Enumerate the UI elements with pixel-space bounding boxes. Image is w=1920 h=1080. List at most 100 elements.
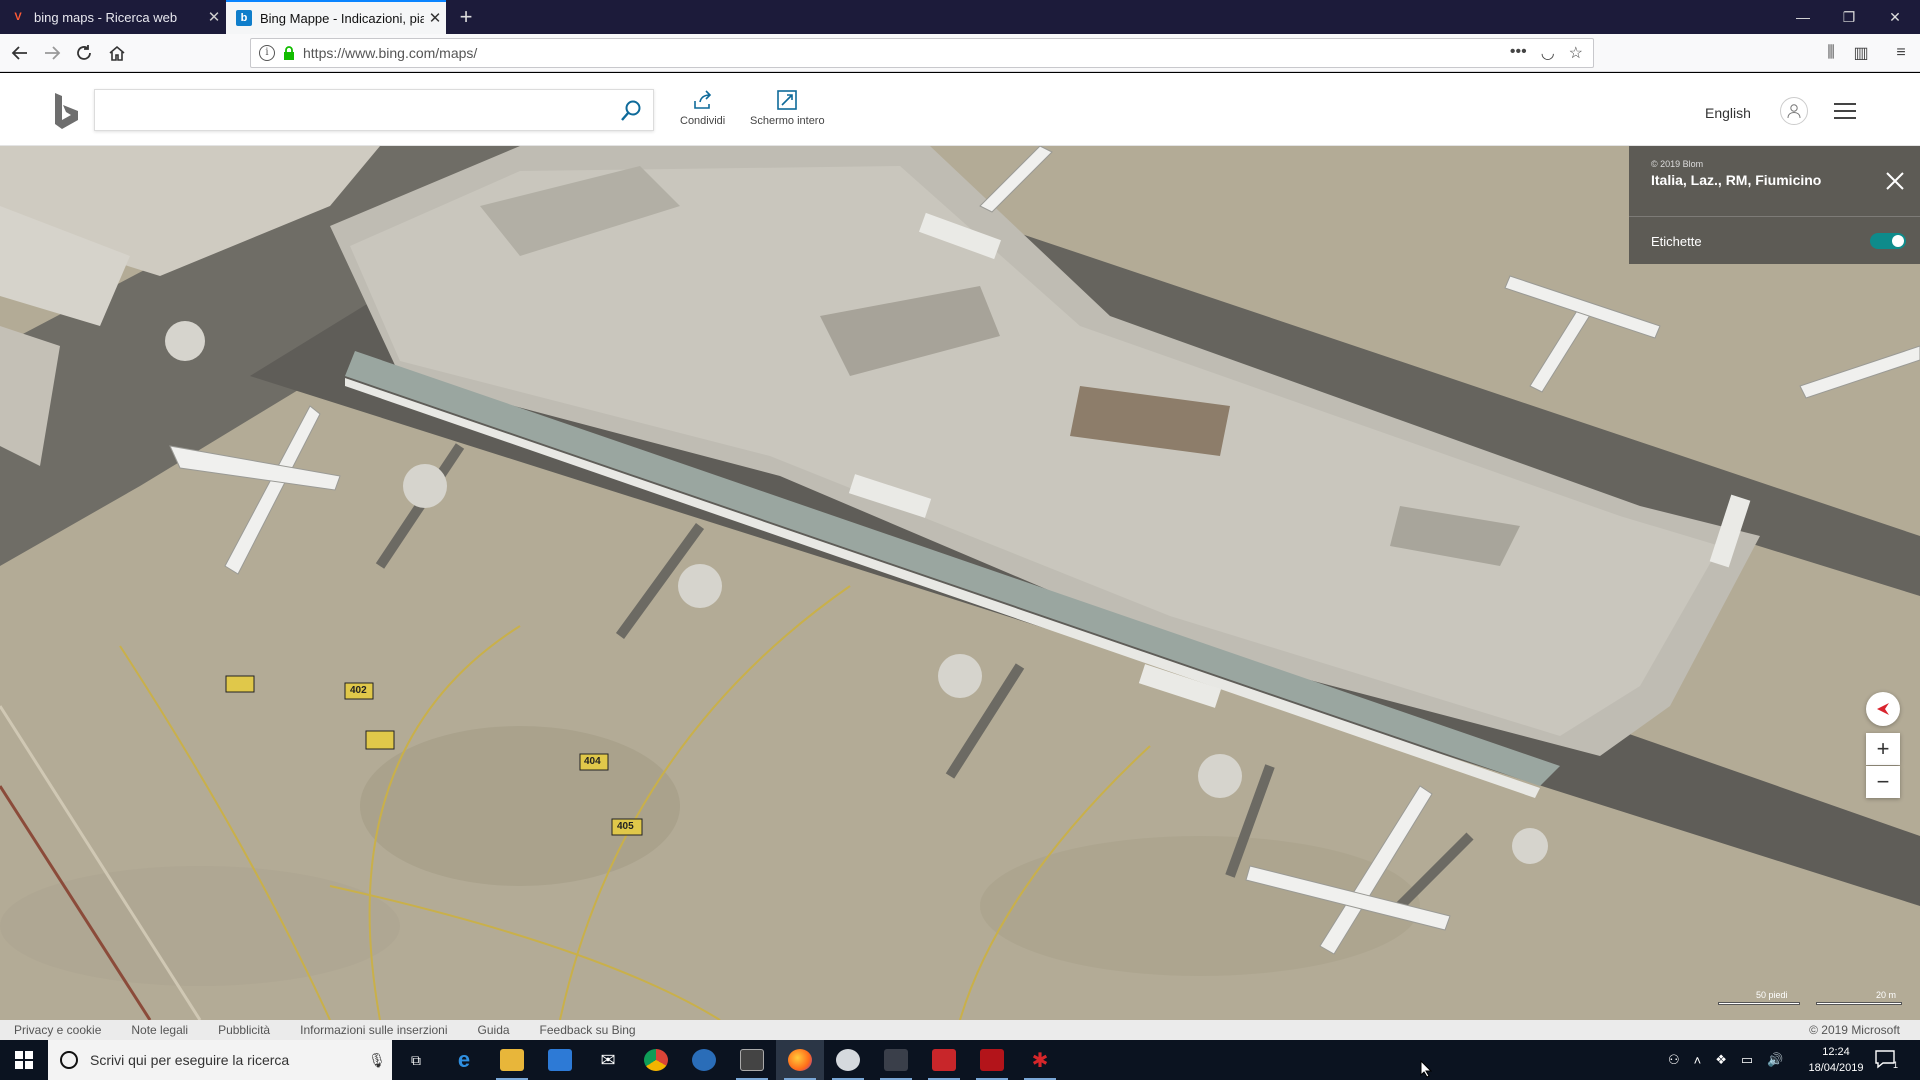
pocket-icon[interactable]: ◡	[1541, 43, 1555, 63]
back-button[interactable]	[6, 39, 34, 67]
firefox-icon	[788, 1049, 812, 1071]
action-center-button[interactable]: 1	[1874, 1048, 1898, 1070]
library-icon[interactable]: ⫼	[1818, 40, 1844, 66]
map-search-input[interactable]	[107, 99, 607, 123]
footer-link-legal[interactable]: Note legali	[131, 1023, 188, 1037]
close-tab-icon[interactable]: ✕	[424, 9, 446, 27]
close-icon[interactable]	[1884, 170, 1906, 192]
share-icon	[693, 90, 711, 109]
search-icon[interactable]	[619, 99, 643, 123]
zoom-in-button[interactable]: +	[1866, 733, 1900, 765]
zoom-out-button[interactable]: −	[1866, 766, 1900, 798]
scale-bar-meters	[1816, 1002, 1902, 1005]
fullscreen-icon	[777, 90, 798, 110]
app-pdf[interactable]	[968, 1040, 1016, 1080]
file-explorer-app[interactable]	[488, 1040, 536, 1080]
app-red-tool[interactable]	[920, 1040, 968, 1080]
footer-link-privacy[interactable]: Privacy e cookie	[14, 1023, 101, 1037]
store-app[interactable]	[536, 1040, 584, 1080]
footer-link-ad-info[interactable]: Informazioni sulle inserzioni	[300, 1023, 447, 1037]
edge-icon: e	[457, 1047, 471, 1072]
taxi-sign: 402	[350, 685, 367, 696]
minimize-button[interactable]: —	[1780, 0, 1826, 34]
user-icon	[1787, 104, 1801, 119]
reload-icon	[77, 45, 91, 60]
fullscreen-label: Schermo intero	[750, 115, 825, 127]
calculator-app[interactable]	[728, 1040, 776, 1080]
store-icon	[548, 1049, 572, 1071]
restore-button[interactable]: ❐	[1826, 0, 1872, 34]
address-bar[interactable]: i https://www.bing.com/maps/ ••• ◡ ☆	[250, 38, 1594, 68]
labels-toggle-label: Etichette	[1651, 234, 1702, 249]
tab-bing-search[interactable]: V bing maps - Ricerca web ✕	[0, 0, 225, 34]
share-label: Condividi	[680, 115, 726, 127]
folder-icon	[500, 1049, 524, 1071]
mail-app[interactable]: ✉	[584, 1040, 632, 1080]
calculator-icon	[740, 1049, 764, 1071]
edge-app[interactable]: e	[440, 1040, 488, 1080]
windows-taskbar: Scrivi qui per eseguire la ricerca 🎙 ⧉ e…	[0, 1040, 1920, 1080]
reload-button[interactable]	[70, 39, 98, 67]
footer-link-ads[interactable]: Pubblicità	[218, 1023, 270, 1037]
sidebar-icon[interactable]: ▥	[1848, 40, 1874, 66]
chrome-icon	[644, 1049, 668, 1071]
chrome-app[interactable]	[632, 1040, 680, 1080]
network-icon[interactable]: ▭	[1741, 1052, 1753, 1068]
map-search-box[interactable]	[94, 89, 654, 131]
taskbar-search-box[interactable]: Scrivi qui per eseguire la ricerca 🎙	[48, 1040, 392, 1080]
mouse-cursor-icon	[1420, 1060, 1432, 1078]
system-clock[interactable]: 12:24 18/04/2019	[1805, 1044, 1867, 1076]
app-star[interactable]: ✱	[1016, 1040, 1064, 1080]
close-window-button[interactable]: ✕	[1872, 0, 1918, 34]
home-button[interactable]	[103, 39, 131, 67]
location-name: Italia, Laz., RM, Fiumicino	[1651, 172, 1822, 188]
close-tab-icon[interactable]: ✕	[203, 8, 225, 26]
task-view-button[interactable]: ⧉	[392, 1040, 440, 1080]
taxi-sign: 404	[584, 756, 601, 767]
lock-icon	[284, 46, 294, 60]
volume-icon[interactable]: 🔊	[1767, 1052, 1783, 1068]
vivaldi-favicon-icon: V	[14, 11, 22, 23]
user-account-button[interactable]	[1780, 97, 1808, 125]
scale-feet-label: 50 piedi	[1756, 990, 1788, 1000]
compass-button[interactable]	[1866, 692, 1900, 726]
map-scale: 50 piedi 20 m	[1716, 990, 1906, 1010]
clock-time: 12:24	[1822, 1046, 1850, 1058]
photos-app[interactable]	[680, 1040, 728, 1080]
tab-bing-maps[interactable]: b Bing Mappe - Indicazioni, piani ✕	[226, 0, 446, 34]
tab-title: bing maps - Ricerca web	[34, 9, 178, 25]
share-button[interactable]: Condividi	[680, 89, 725, 127]
aerial-map[interactable]: 402 404 405 + − 50 piedi 20 m	[0, 146, 1920, 1020]
show-hidden-icons-icon[interactable]: ˄	[1694, 1053, 1702, 1068]
globe-icon	[836, 1049, 860, 1071]
tab-title: Bing Mappe - Indicazioni, piani	[260, 10, 424, 26]
page-actions-icon[interactable]: •••	[1510, 43, 1527, 63]
app-ship[interactable]	[872, 1040, 920, 1080]
bing-logo-icon[interactable]	[52, 91, 82, 131]
home-icon	[109, 45, 125, 61]
forward-button[interactable]	[38, 39, 66, 67]
menu-icon[interactable]: ≡	[1888, 40, 1914, 66]
microphone-icon[interactable]: 🎙	[362, 1052, 392, 1069]
labels-toggle[interactable]	[1870, 233, 1906, 249]
footer-link-feedback[interactable]: Feedback su Bing	[540, 1023, 636, 1037]
scale-bar-feet	[1718, 1002, 1800, 1005]
site-info-icon[interactable]: i	[259, 45, 275, 61]
start-button[interactable]	[0, 1040, 48, 1080]
bookmark-star-icon[interactable]: ☆	[1569, 43, 1583, 63]
new-tab-button[interactable]: +	[452, 3, 480, 31]
notification-count: 1	[1892, 1060, 1898, 1070]
people-icon[interactable]: ⚇	[1668, 1052, 1680, 1068]
dropbox-icon[interactable]: ❖	[1715, 1052, 1727, 1068]
bing-header: Condividi Schermo intero English	[0, 73, 1920, 146]
forward-arrow-icon	[45, 46, 61, 60]
footer-link-help[interactable]: Guida	[478, 1023, 510, 1037]
location-panel: © 2019 Blom Italia, Laz., RM, Fiumicino …	[1629, 146, 1920, 264]
hamburger-menu-icon[interactable]	[1834, 103, 1856, 119]
browser-tab-bar: V bing maps - Ricerca web ✕ b Bing Mappe…	[0, 0, 1920, 34]
language-selector[interactable]: English	[1705, 105, 1751, 121]
app-globe[interactable]	[824, 1040, 872, 1080]
fullscreen-button[interactable]: Schermo intero	[750, 89, 825, 127]
scale-meters-label: 20 m	[1876, 990, 1897, 1000]
firefox-app[interactable]	[776, 1040, 824, 1080]
